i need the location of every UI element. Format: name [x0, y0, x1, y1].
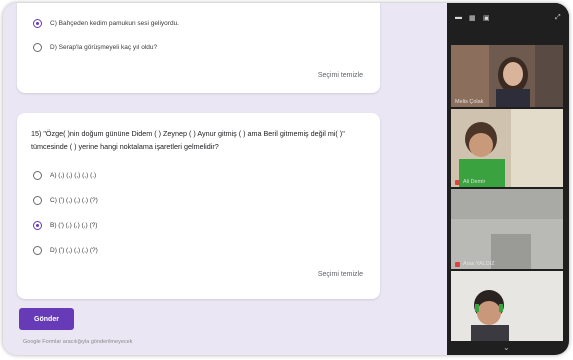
option-c[interactable]: C) (') (,) (,) (.) (?) [33, 196, 98, 205]
radio-selected[interactable] [33, 19, 42, 28]
mic-muted-icon [455, 179, 460, 185]
video-tile-2[interactable]: Ali Demir [451, 109, 563, 187]
option-c[interactable]: C) Bahçeden kedim pamukun sesi geliyordu… [33, 19, 179, 28]
question-text: 15) "Özge( )nin doğum gününe Didem ( ) Z… [31, 129, 345, 151]
option-label: C) (') (,) (,) (.) (?) [50, 197, 98, 204]
participant-video [451, 45, 563, 107]
option-label: B) (') (,) (,) (,) (?) [50, 222, 98, 229]
chevron-down-icon[interactable]: ⌄ [503, 343, 510, 352]
form-area: C) Bahçeden kedim pamukun sesi geliyordu… [3, 3, 447, 355]
participant-video [451, 189, 563, 269]
video-tile-3[interactable]: Aras YALDIZ [451, 189, 563, 269]
video-tile-1[interactable]: Melis Çolak [451, 45, 563, 107]
speaker-view-icon[interactable]: ▣ [483, 14, 490, 22]
submit-button[interactable]: Gönder [19, 308, 74, 330]
panel-toolbar: ▬ ▦ ▣ ⤢ [447, 3, 569, 43]
radio[interactable] [33, 196, 42, 205]
minimize-icon[interactable]: ▬ [455, 14, 462, 21]
video-tile-4[interactable] [451, 271, 563, 341]
participant-name: Ali Demir [455, 179, 485, 185]
option-label: C) Bahçeden kedim pamukun sesi geliyordu… [50, 20, 179, 27]
footer-note: Google Formlar aracılığıyla gönderilmeye… [23, 339, 133, 345]
clear-selection-button[interactable]: Seçimi temizle [318, 72, 363, 79]
participant-name: Aras YALDIZ [455, 261, 495, 267]
option-label: D) Serap'la görüşmeyeli kaç yıl oldu? [50, 44, 158, 51]
grid-view-icon[interactable]: ▦ [469, 14, 476, 22]
participant-video [451, 271, 563, 341]
radio-selected[interactable] [33, 221, 42, 230]
mic-muted-icon [455, 261, 460, 267]
option-b[interactable]: B) (') (,) (,) (,) (?) [33, 221, 97, 230]
option-a[interactable]: A) (,) (,) (,) (,) (.) [33, 171, 96, 180]
screen-frame: C) Bahçeden kedim pamukun sesi geliyordu… [3, 3, 569, 355]
option-label: A) (,) (,) (,) (,) (.) [50, 172, 97, 179]
radio[interactable] [33, 171, 42, 180]
option-label: D) (') (,) (,) (,) (?) [50, 247, 98, 254]
expand-icon[interactable]: ⤢ [555, 14, 561, 22]
participant-name: Melis Çolak [455, 99, 484, 105]
radio[interactable] [33, 43, 42, 52]
question-card-14: C) Bahçeden kedim pamukun sesi geliyordu… [17, 3, 380, 93]
video-call-panel: ▬ ▦ ▣ ⤢ Melis Çolak Ali Demir Aras YALDI… [447, 3, 569, 355]
option-d[interactable]: D) Serap'la görüşmeyeli kaç yıl oldu? [33, 43, 157, 52]
option-d[interactable]: D) (') (,) (,) (,) (?) [33, 246, 98, 255]
participant-video [451, 109, 563, 187]
clear-selection-button[interactable]: Seçimi temizle [318, 271, 363, 278]
radio[interactable] [33, 246, 42, 255]
question-card-15: 15) "Özge( )nin doğum gününe Didem ( ) Z… [17, 113, 380, 299]
